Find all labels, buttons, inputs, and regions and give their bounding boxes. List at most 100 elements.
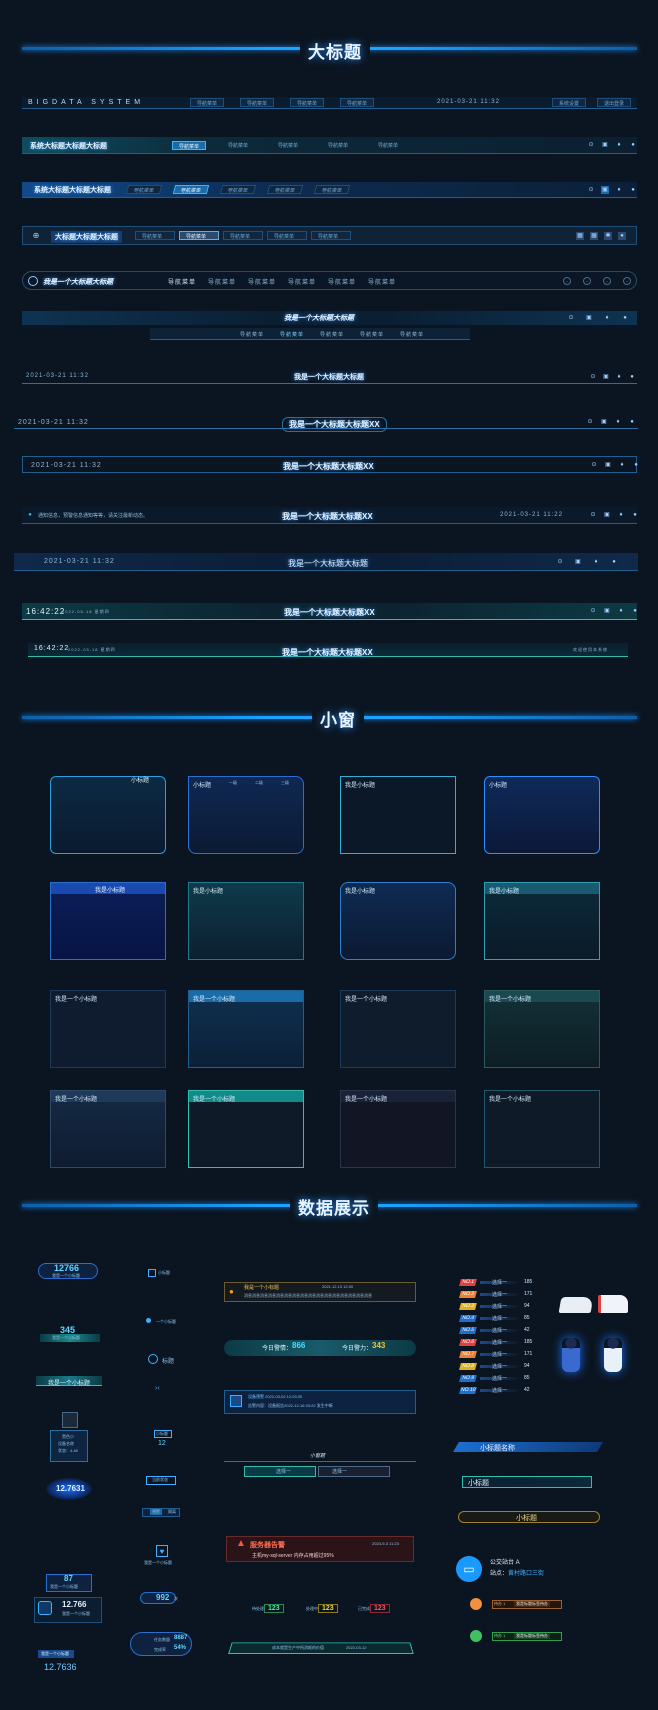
search-icon[interactable]: ⊙: [589, 511, 597, 519]
search-icon[interactable]: ⊙: [589, 607, 597, 615]
search-icon[interactable]: ⊙: [590, 461, 598, 469]
user-icon[interactable]: ●: [621, 314, 629, 322]
nav-item[interactable]: 导航菜单: [340, 98, 375, 107]
nav-item[interactable]: 导航菜单: [168, 277, 196, 286]
window-tab[interactable]: 三级: [281, 780, 289, 786]
grid-icon[interactable]: ▦: [576, 232, 584, 240]
window-tab[interactable]: 一级: [229, 780, 237, 786]
bell-icon[interactable]: ♦: [592, 558, 600, 566]
user-icon[interactable]: ●: [631, 607, 639, 615]
select-two[interactable]: [318, 1466, 390, 1477]
gear-icon[interactable]: ✱: [604, 232, 612, 240]
user-icon[interactable]: ●: [629, 186, 637, 194]
nav-item[interactable]: 导航菜单: [372, 141, 404, 150]
lock-icon[interactable]: ▣: [603, 511, 611, 519]
grid-icon[interactable]: ▦: [590, 232, 598, 240]
user-icon[interactable]: ●: [632, 461, 640, 469]
user-icon[interactable]: ·: [623, 277, 631, 285]
lock-icon[interactable]: ·: [583, 277, 591, 285]
user-icon[interactable]: ●: [631, 511, 639, 519]
user-icon[interactable]: ●: [618, 232, 626, 240]
small-window: 我是小标题: [340, 882, 456, 960]
summary-bar: [224, 1340, 416, 1356]
lock-icon[interactable]: ▣: [604, 461, 612, 469]
lock-icon[interactable]: ▣: [601, 141, 609, 149]
small-window: 我是一个小标题: [50, 1090, 166, 1168]
select-two-label[interactable]: 选择一: [332, 1468, 347, 1475]
nav-item[interactable]: 导航菜单: [190, 98, 225, 107]
search-icon[interactable]: ⊙: [567, 314, 575, 322]
nav-item[interactable]: 导航菜单: [320, 331, 344, 338]
nav-item[interactable]: 导航菜单: [179, 231, 219, 240]
header-title: 我是一个大标题大标题: [284, 315, 354, 322]
bell-icon[interactable]: ♦: [603, 314, 611, 322]
lock-icon[interactable]: ▣: [585, 314, 593, 322]
search-icon[interactable]: ⊙: [589, 373, 597, 381]
header-10: ● 通知信息，预警信息通知等等，请关注最新动态。 我是一个大标题大标题XX 20…: [22, 507, 637, 524]
user-greeting[interactable]: 欢迎使用本系统: [573, 647, 608, 653]
lock-icon[interactable]: ▣: [574, 558, 582, 566]
nav-item[interactable]: 导航菜单: [222, 141, 254, 150]
user-icon[interactable]: ●: [628, 418, 636, 426]
nav-item[interactable]: 导航菜单: [248, 277, 276, 286]
search-icon[interactable]: ·: [563, 277, 571, 285]
bell-icon[interactable]: ♦: [615, 186, 623, 194]
header-11: 2021-03-21 11:32 我是一个大标题大标题 ⊙ ▣ ♦ ●: [14, 553, 638, 571]
nav-item[interactable]: 导航菜单: [280, 331, 304, 338]
bell-icon[interactable]: ♦: [615, 141, 623, 149]
logout-button[interactable]: 退出登录: [597, 98, 632, 107]
select-one-label[interactable]: 选择一: [276, 1468, 291, 1475]
bell-icon[interactable]: ♦: [615, 373, 623, 381]
bell-icon[interactable]: ♦: [618, 461, 626, 469]
user-icon[interactable]: ●: [628, 373, 636, 381]
nav-item[interactable]: 导航菜单: [267, 231, 307, 240]
search-icon[interactable]: ⊙: [556, 558, 564, 566]
window-title: 我是一个小标题: [55, 997, 98, 1003]
rank-name: 选择一: [492, 1364, 508, 1370]
nav-item[interactable]: 导航菜单: [368, 277, 396, 286]
nav-item[interactable]: 导航菜单: [208, 277, 236, 286]
nav-item[interactable]: 导航菜单: [240, 331, 264, 338]
nav-item[interactable]: 导航菜单: [272, 141, 304, 150]
toggle-label-b[interactable]: 隔离: [168, 1509, 176, 1515]
logo-icon: [28, 276, 38, 286]
nav-item[interactable]: 导航菜单: [311, 231, 351, 240]
nav-item[interactable]: 导航菜单: [219, 185, 257, 194]
lock-icon[interactable]: ▣: [602, 373, 610, 381]
toggle-label-a[interactable]: 预警: [150, 1509, 162, 1515]
user-icon[interactable]: ●: [629, 141, 637, 149]
bell-icon[interactable]: ♦: [614, 418, 622, 426]
search-icon[interactable]: ⊙: [587, 141, 595, 149]
bell-icon[interactable]: ·: [603, 277, 611, 285]
nav-item[interactable]: 导航菜单: [240, 98, 275, 107]
nav-item[interactable]: 导航菜单: [290, 98, 325, 107]
settings-button[interactable]: 系统设置: [552, 98, 587, 107]
stats-label: 任务数量: [154, 1637, 170, 1642]
nav-item[interactable]: 导航菜单: [172, 141, 207, 150]
nav-item[interactable]: 导航菜单: [328, 277, 356, 286]
tab-header-title: 小窗题: [310, 1453, 326, 1459]
rank-row: NO.9 选择一 85: [459, 1374, 560, 1383]
nav-item[interactable]: 导航菜单: [400, 331, 424, 338]
nav-item[interactable]: 导航菜单: [135, 231, 175, 240]
lock-icon[interactable]: ▣: [603, 607, 611, 615]
nav-item[interactable]: 导航菜单: [172, 185, 210, 194]
nav-item[interactable]: 导航菜单: [360, 331, 384, 338]
window-tab[interactable]: 二级: [255, 780, 263, 786]
nav-item[interactable]: 导航菜单: [322, 141, 354, 150]
lock-icon[interactable]: ▣: [601, 186, 609, 194]
user-icon[interactable]: ●: [610, 558, 618, 566]
search-icon[interactable]: ⊙: [586, 418, 594, 426]
lock-icon[interactable]: ▣: [600, 418, 608, 426]
stat-icon: [38, 1601, 52, 1615]
nav-item[interactable]: 导航菜单: [288, 277, 316, 286]
bell-icon[interactable]: ♦: [617, 511, 625, 519]
search-icon[interactable]: ⊙: [587, 186, 595, 194]
rank-name: 选择一: [492, 1340, 508, 1346]
nav-item[interactable]: 导航菜单: [266, 185, 304, 194]
nav-item[interactable]: 导航菜单: [313, 185, 351, 194]
rank-value: 171: [524, 1351, 533, 1357]
bell-icon[interactable]: ♦: [617, 607, 625, 615]
nav-item[interactable]: 导航菜单: [223, 231, 263, 240]
nav-item[interactable]: 导航菜单: [125, 185, 163, 194]
